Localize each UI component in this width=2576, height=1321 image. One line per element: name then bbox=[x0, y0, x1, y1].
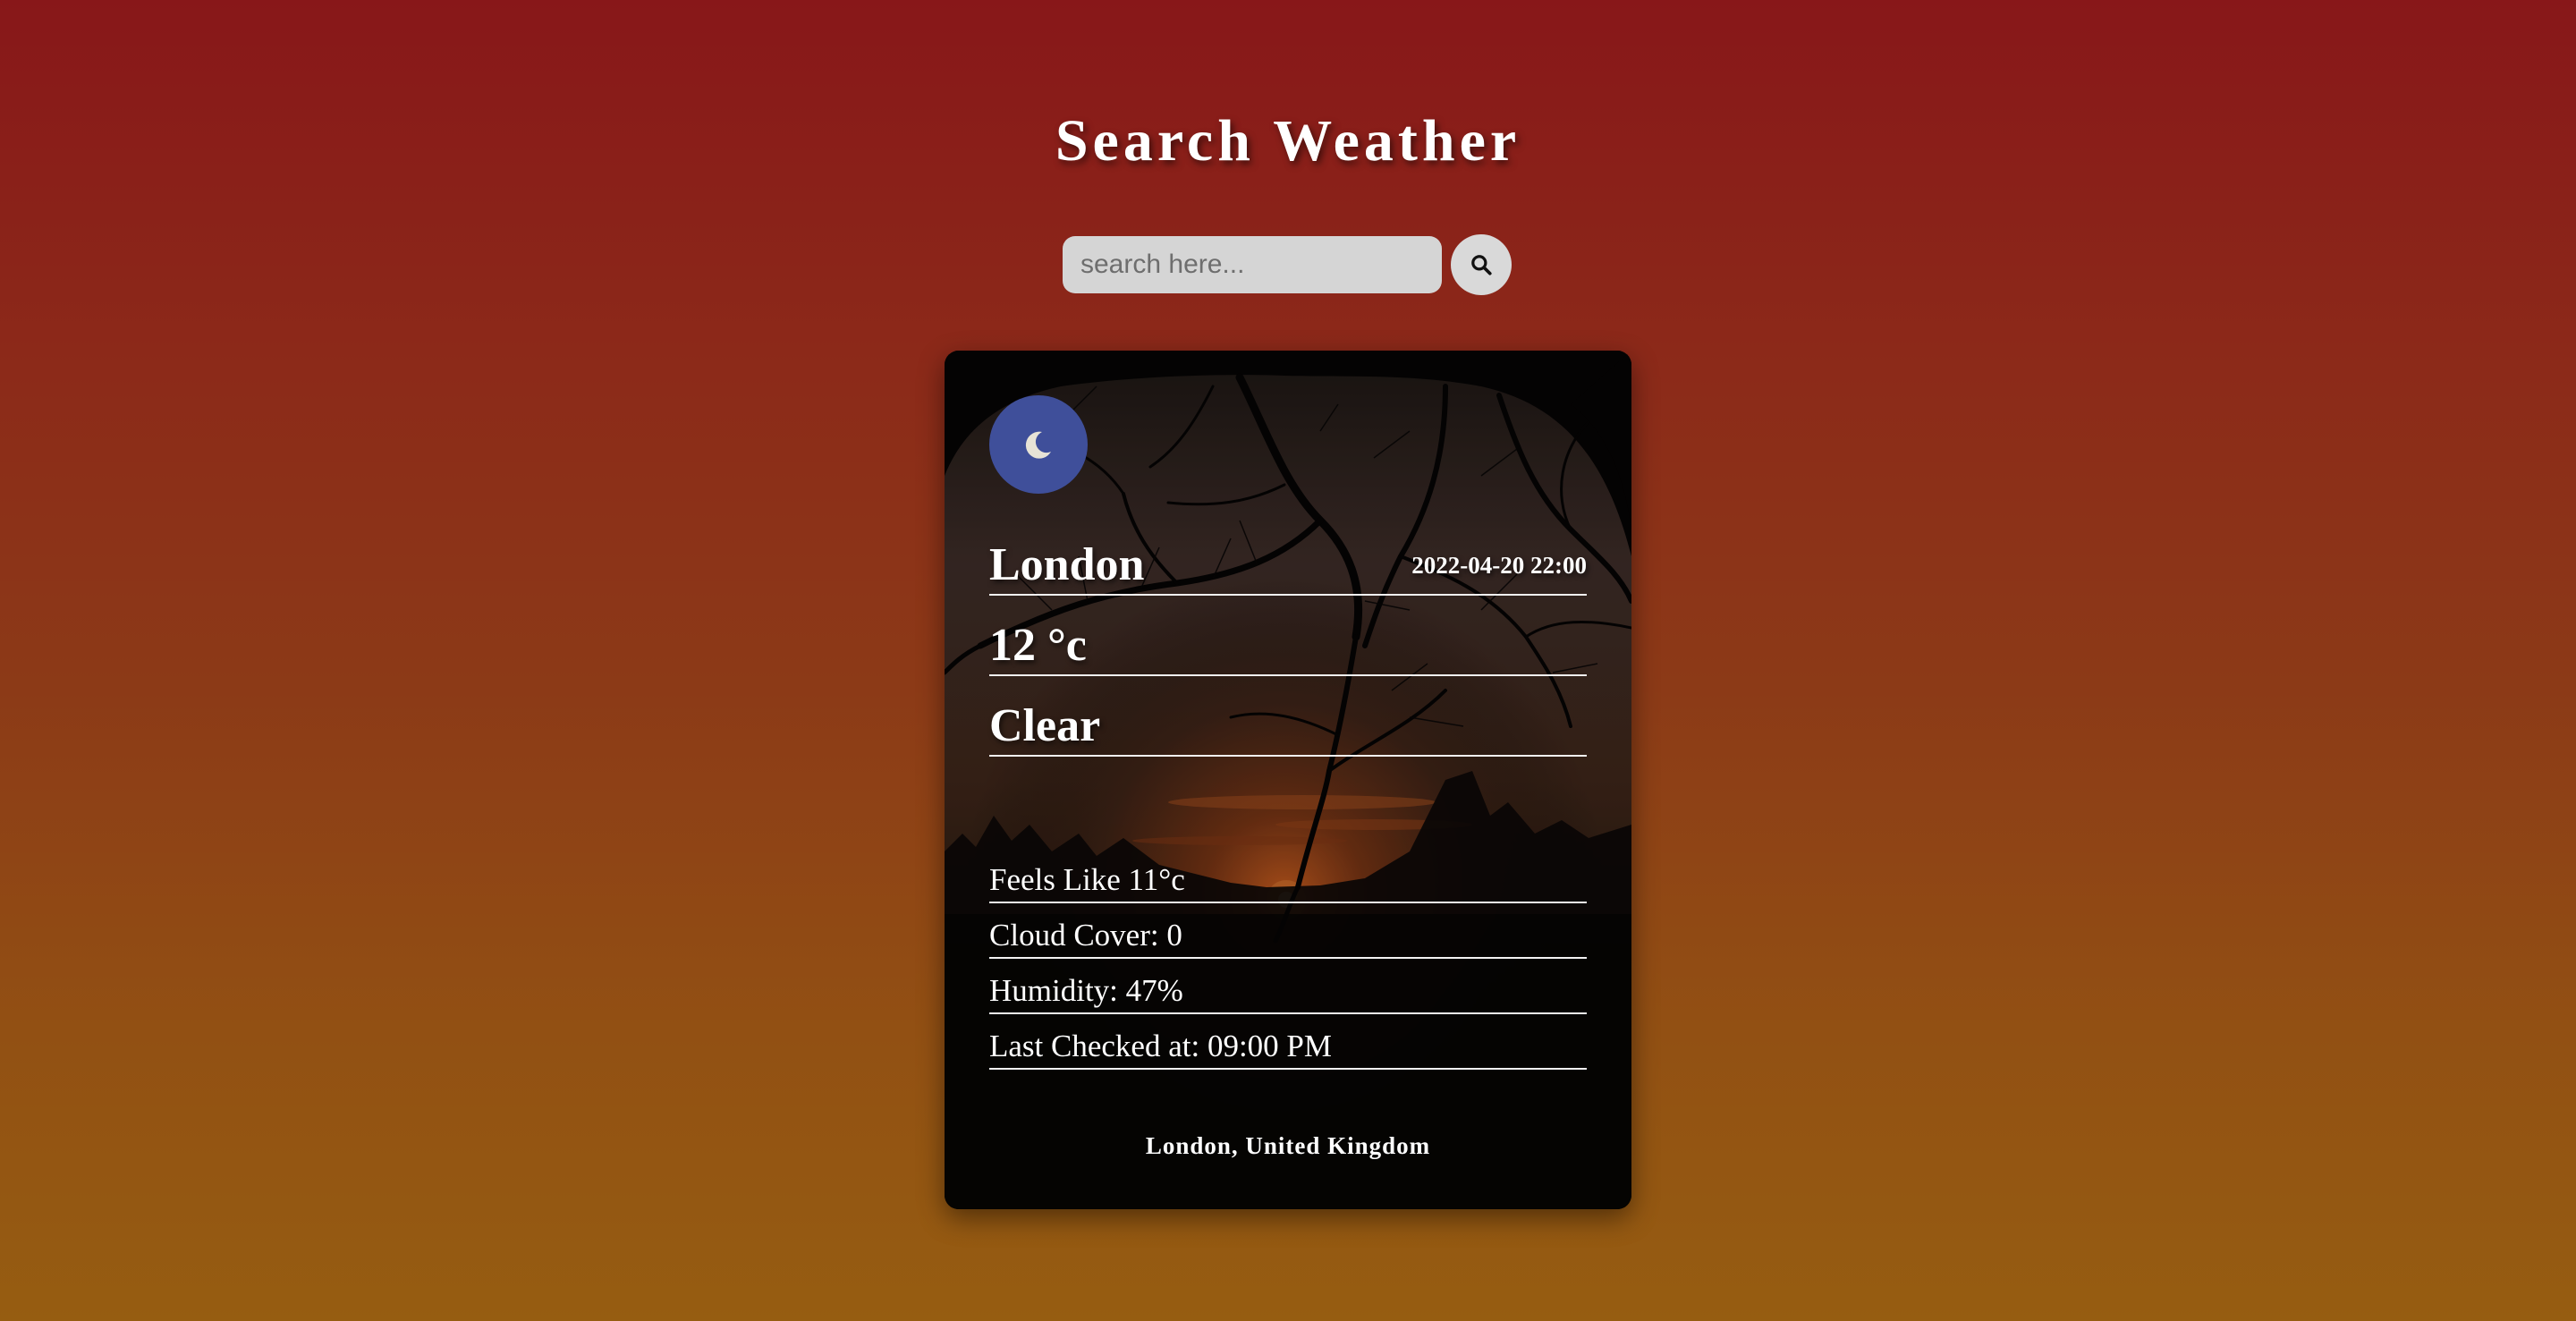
humidity: Humidity: 47% bbox=[989, 973, 1183, 1008]
page-title: Search Weather bbox=[1055, 108, 1521, 174]
weather-condition-badge bbox=[989, 395, 1088, 494]
search-input[interactable] bbox=[1063, 236, 1442, 293]
city-row: London 2022-04-20 22:00 bbox=[989, 538, 1587, 596]
last-checked: Last Checked at: 09:00 PM bbox=[989, 1029, 1333, 1063]
search-icon bbox=[1471, 255, 1492, 275]
cloud-cover-row: Cloud Cover: 0 bbox=[989, 916, 1587, 959]
weather-card: London 2022-04-20 22:00 12 °c Clear Feel… bbox=[945, 351, 1631, 1209]
cloud-cover: Cloud Cover: 0 bbox=[989, 918, 1182, 953]
moon-icon bbox=[1025, 431, 1051, 459]
humidity-row: Humidity: 47% bbox=[989, 971, 1587, 1014]
date-time: 2022-04-20 22:00 bbox=[1411, 552, 1587, 579]
search-button[interactable] bbox=[1451, 234, 1512, 295]
feels-like-row: Feels Like 11°c bbox=[989, 860, 1587, 903]
search-bar bbox=[1063, 234, 1512, 295]
temperature: 12 °c bbox=[989, 620, 1087, 671]
city-name: London bbox=[989, 539, 1145, 590]
condition-row: Clear bbox=[989, 699, 1587, 757]
location-footer: London, United Kingdom bbox=[1145, 1132, 1431, 1159]
weather-condition: Clear bbox=[989, 700, 1101, 751]
feels-like: Feels Like 11°c bbox=[989, 862, 1185, 897]
last-checked-row: Last Checked at: 09:00 PM bbox=[989, 1027, 1587, 1070]
temperature-row: 12 °c bbox=[989, 619, 1587, 676]
